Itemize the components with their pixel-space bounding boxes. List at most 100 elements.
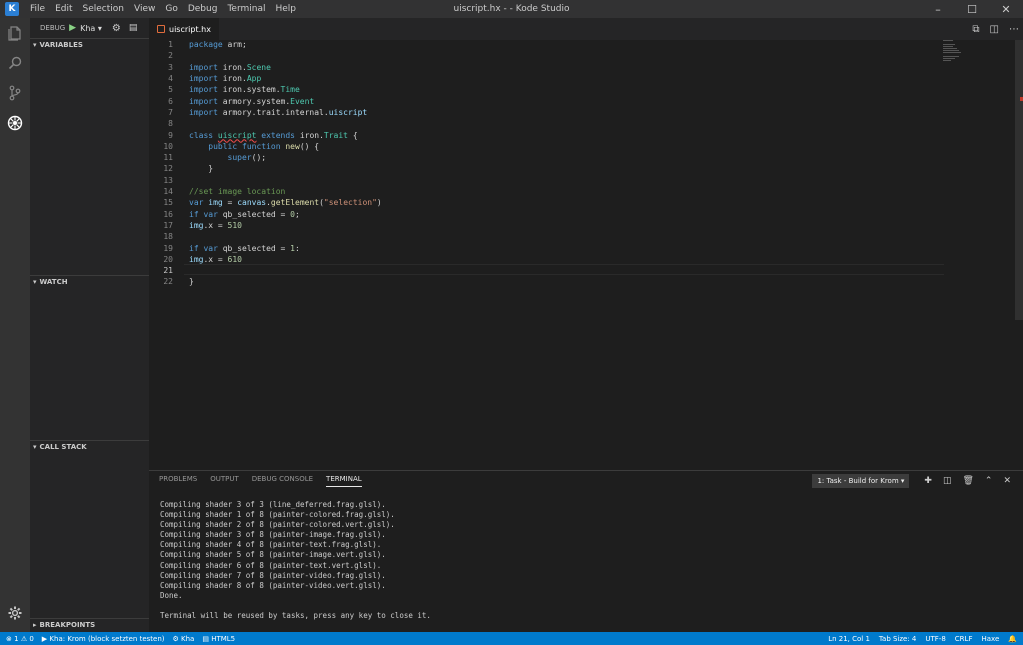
chevron-down-icon: ▾ (33, 278, 37, 286)
code-line: 2 (149, 50, 949, 61)
debug-sidebar: DEBUG ▶ Kha ▾ ⚙ ▤ ▾ VARIABLES ▾ WATCH ▾ … (30, 18, 149, 632)
code-token: Trait (323, 130, 348, 140)
chevron-up-icon[interactable]: ⌃ (985, 476, 993, 486)
debug-console-icon[interactable]: ▤ (129, 23, 138, 33)
debug-toolbar: DEBUG ▶ Kha ▾ ⚙ ▤ (30, 18, 149, 38)
code-token: "selection" (323, 198, 377, 208)
code-token: uiscript (328, 107, 368, 117)
code-token: } (189, 277, 194, 287)
line-number: 13 (163, 175, 173, 185)
code-token: iron. (295, 130, 324, 140)
code-line: 7 import armory.trait.internal.uiscript (149, 107, 949, 118)
code-token: super (227, 153, 252, 163)
search-icon[interactable] (0, 48, 30, 78)
code-line: 22 } (149, 276, 949, 287)
split-terminal-icon[interactable]: ◫ (943, 476, 952, 486)
menu-edit[interactable]: Edit (50, 0, 77, 18)
tab-terminal[interactable]: TERMINAL (326, 475, 362, 487)
breakpoints-section-header[interactable]: ▸ BREAKPOINTS (30, 618, 149, 631)
code-token: iron. (217, 62, 247, 72)
error-icon: ⊗ (6, 634, 12, 643)
line-number: 18 (163, 232, 173, 242)
close-icon[interactable]: ✕ (989, 0, 1023, 18)
minimize-icon[interactable]: – (921, 0, 955, 18)
menu-terminal[interactable]: Terminal (222, 0, 270, 18)
code-editor[interactable]: 1 package arm; 2 3 import iron.Scene 4 i… (149, 40, 1023, 468)
line-number: 22 (163, 277, 173, 287)
menu-bar: File Edit Selection View Go Debug Termin… (25, 0, 301, 18)
warning-icon: ⚠ (20, 634, 28, 643)
new-terminal-icon[interactable]: ✚ (924, 476, 932, 486)
debug-icon[interactable] (0, 108, 30, 138)
status-bar: ⊗ 1 ⚠ 0 ▶ Kha: Krom (block setzten teste… (0, 632, 1023, 645)
tab-size[interactable]: Tab Size: 4 (879, 635, 916, 643)
code-line: 15 var img = canvas.getElement("selectio… (149, 197, 949, 208)
variables-section-header[interactable]: ▾ VARIABLES (30, 38, 149, 51)
code-token: class (189, 130, 214, 140)
close-panel-icon[interactable]: ✕ (1003, 476, 1011, 486)
debug-config-select[interactable]: Kha ▾ (80, 24, 102, 33)
code-line: 20 img.x = 610 (149, 254, 949, 265)
bell-icon[interactable]: 🔔 (1008, 635, 1017, 643)
code-token: = (222, 198, 238, 208)
status-right: Ln 21, Col 1 Tab Size: 4 UTF-8 CRLF Haxe… (828, 635, 1017, 643)
code-token: armory.trait.internal. (217, 107, 329, 117)
cursor-position[interactable]: Ln 21, Col 1 (828, 635, 870, 643)
terminal-select[interactable]: 1: Task - Build for Krom ▾ (812, 474, 910, 488)
split-editor-icon[interactable]: ◫ (990, 24, 999, 35)
code-token: import (189, 107, 218, 117)
terminal-output[interactable]: Compiling shader 3 of 3 (line_deferred.f… (160, 500, 431, 621)
code-token: arm; (222, 40, 247, 50)
code-line: 10 public function new() { (149, 141, 949, 152)
tab-label: uiscript.hx (169, 24, 211, 34)
line-number: 20 (163, 254, 173, 264)
maximize-icon[interactable]: ☐ (955, 0, 989, 18)
line-number: 16 (163, 209, 173, 219)
bottom-panel: PROBLEMS OUTPUT DEBUG CONSOLE TERMINAL 1… (149, 470, 1023, 632)
menu-file[interactable]: File (25, 0, 50, 18)
line-number: 1 (168, 40, 173, 50)
trash-icon[interactable]: 🗑 (962, 476, 973, 486)
editor-scrollbar[interactable] (1015, 40, 1023, 320)
window-controls: – ☐ ✕ (921, 0, 1023, 18)
code-token: new (285, 141, 300, 151)
tab-uiscript[interactable]: uiscript.hx (149, 18, 219, 40)
code-token: () { (299, 141, 320, 151)
tab-output[interactable]: OUTPUT (210, 475, 239, 487)
menu-go[interactable]: Go (160, 0, 182, 18)
tab-problems[interactable]: PROBLEMS (159, 475, 197, 487)
html5-status[interactable]: ▤ HTML5 (202, 635, 235, 643)
status-left: ⊗ 1 ⚠ 0 ▶ Kha: Krom (block setzten teste… (0, 635, 235, 643)
watch-section-header[interactable]: ▾ WATCH (30, 275, 149, 288)
debug-target[interactable]: ▶ Kha: Krom (block setzten testen) (42, 635, 165, 643)
code-token: 610 (227, 254, 242, 264)
open-changes-icon[interactable]: ⧉ (972, 24, 979, 35)
settings-gear-icon[interactable] (0, 598, 30, 628)
encoding[interactable]: UTF-8 (925, 635, 945, 643)
code-line: 17 img.x = 510 (149, 220, 949, 231)
menu-help[interactable]: Help (270, 0, 301, 18)
call-stack-section-header[interactable]: ▾ CALL STACK (30, 440, 149, 453)
debug-settings-gear-icon[interactable]: ⚙ (112, 23, 121, 34)
menu-view[interactable]: View (129, 0, 160, 18)
start-debugging-icon[interactable]: ▶ (69, 23, 76, 33)
source-control-icon[interactable] (0, 78, 30, 108)
code-line: 19 if var qb_selected = 1: (149, 242, 949, 253)
more-actions-icon[interactable]: ⋯ (1009, 24, 1019, 35)
target-icon: ▤ (202, 634, 209, 643)
code-token: import (189, 74, 218, 84)
code-token: if (189, 209, 199, 219)
menu-selection[interactable]: Selection (78, 0, 129, 18)
explorer-icon[interactable] (0, 18, 30, 48)
line-ending[interactable]: CRLF (955, 635, 973, 643)
code-token: iron. (217, 74, 247, 84)
kha-status[interactable]: ⚙ Kha (173, 635, 195, 643)
minimap[interactable] (943, 40, 961, 80)
menu-debug[interactable]: Debug (183, 0, 223, 18)
code-token: img (189, 220, 204, 230)
tab-debug-console[interactable]: DEBUG CONSOLE (252, 475, 313, 487)
play-icon: ▶ (41, 634, 48, 643)
language-mode[interactable]: Haxe (981, 635, 999, 643)
problems-indicator[interactable]: ⊗ 1 ⚠ 0 (6, 635, 34, 643)
